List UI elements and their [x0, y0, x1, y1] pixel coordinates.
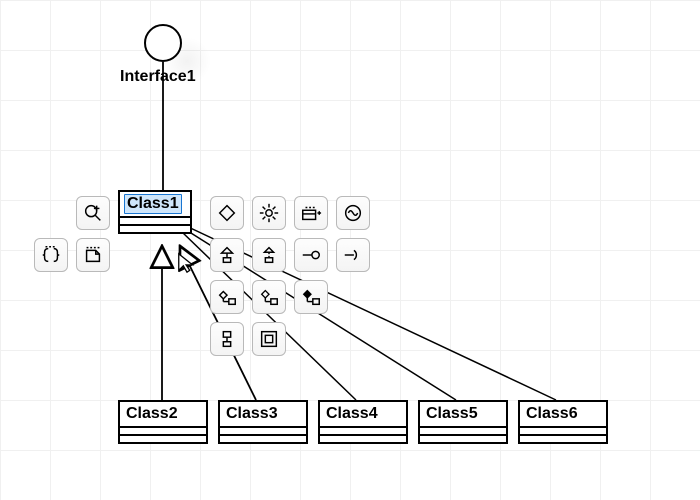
settings-button[interactable]	[252, 196, 286, 230]
lollipop-open-icon	[300, 244, 322, 266]
class-label: Class6	[520, 402, 606, 426]
realization-icon	[258, 244, 280, 266]
nested-class-button[interactable]	[252, 322, 286, 356]
interface-node[interactable]	[144, 24, 182, 62]
braces-icon	[40, 244, 62, 266]
add-attribute-button[interactable]	[294, 196, 328, 230]
association-button[interactable]	[294, 280, 328, 314]
nested-icon	[258, 328, 280, 350]
template-icon	[216, 328, 238, 350]
create-new-shape-button[interactable]	[76, 196, 110, 230]
class1-name-editor[interactable]: Class1	[124, 194, 182, 214]
add-operation-button[interactable]	[336, 196, 370, 230]
class-node-class3[interactable]: Class3	[218, 400, 308, 444]
cursor-icon	[176, 252, 198, 274]
inner-class-button[interactable]	[34, 238, 68, 272]
template-binding-button[interactable]	[210, 322, 244, 356]
abstract-button[interactable]	[210, 196, 244, 230]
composition-icon	[216, 286, 238, 308]
interface-usage-button[interactable]	[294, 238, 328, 272]
realization-button[interactable]	[252, 238, 286, 272]
aggregation-button[interactable]	[252, 280, 286, 314]
create-note-button[interactable]	[76, 238, 110, 272]
class-label: Class3	[220, 402, 306, 426]
association-icon	[300, 286, 322, 308]
class-node-class2[interactable]: Class2	[118, 400, 208, 444]
generalization-button[interactable]	[210, 238, 244, 272]
socket-icon	[342, 244, 364, 266]
class-node-class1[interactable]: Class1	[118, 190, 192, 234]
interface-provision-button[interactable]	[336, 238, 370, 272]
gear-icon	[258, 202, 280, 224]
class-label: Class2	[120, 402, 206, 426]
class-label: Class4	[320, 402, 406, 426]
aggregation-icon	[258, 286, 280, 308]
class-label: Class5	[420, 402, 506, 426]
diamond-icon	[216, 202, 238, 224]
class-node-class4[interactable]: Class4	[318, 400, 408, 444]
magnifier-plus-icon	[82, 202, 104, 224]
attribute-icon	[300, 202, 322, 224]
interface-label: Interface1	[120, 68, 196, 86]
note-icon	[82, 244, 104, 266]
class-node-class6[interactable]: Class6	[518, 400, 608, 444]
composition-button[interactable]	[210, 280, 244, 314]
class-node-class5[interactable]: Class5	[418, 400, 508, 444]
operation-icon	[342, 202, 364, 224]
generalization-icon	[216, 244, 238, 266]
